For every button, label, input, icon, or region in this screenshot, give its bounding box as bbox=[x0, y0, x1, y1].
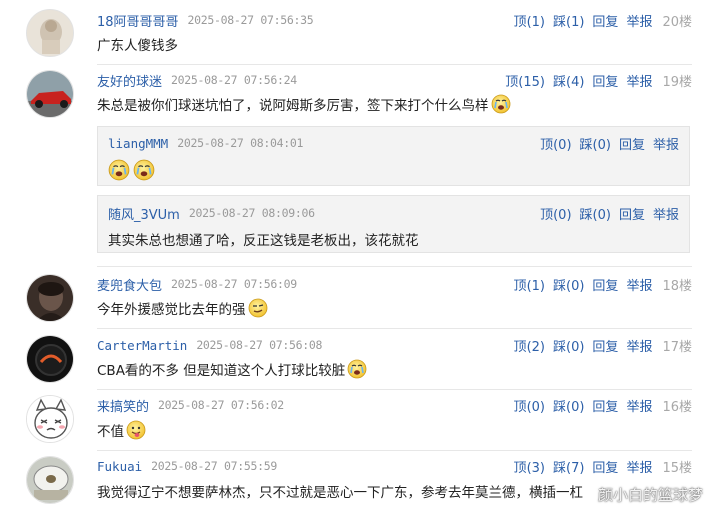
reply-button[interactable]: 回复 bbox=[592, 11, 618, 30]
smirk-emoji-icon bbox=[248, 298, 267, 318]
reply-button[interactable]: 回复 bbox=[619, 204, 645, 223]
username[interactable]: 来搞笑的 bbox=[97, 396, 149, 415]
floor-number: 20楼 bbox=[662, 14, 692, 30]
upvote-button[interactable]: 顶(1) bbox=[514, 275, 545, 294]
comment-text: 今年外援感觉比去年的强 bbox=[97, 298, 268, 318]
reply-button[interactable]: 回复 bbox=[592, 457, 618, 476]
floor-number: 16楼 bbox=[662, 399, 692, 415]
timestamp: 2025-08-27 07:56:24 bbox=[171, 73, 297, 87]
user-avatar[interactable] bbox=[26, 395, 74, 443]
timestamp: 2025-08-27 07:56:35 bbox=[187, 13, 314, 27]
watermark: 颜小白的篮球梦 bbox=[598, 486, 704, 504]
reply-box: liangMMM 2025-08-27 08:04:01 顶(0) 踩(0) 回… bbox=[97, 126, 690, 186]
report-button[interactable]: 举报 bbox=[626, 457, 652, 476]
user-avatar[interactable] bbox=[26, 70, 74, 118]
report-button[interactable]: 举报 bbox=[626, 396, 652, 415]
divider bbox=[97, 64, 692, 65]
downvote-button[interactable]: 踩(7) bbox=[553, 457, 584, 476]
user-avatar[interactable] bbox=[26, 456, 74, 504]
downvote-button[interactable]: 踩(0) bbox=[553, 336, 584, 355]
user-avatar[interactable] bbox=[26, 9, 74, 57]
username[interactable]: liangMMM bbox=[108, 136, 168, 151]
reply-text: 其实朱总也想通了哈，反正这钱是老板出，该花就花 bbox=[108, 233, 419, 249]
username[interactable]: Fukuai bbox=[97, 459, 142, 474]
divider bbox=[97, 266, 692, 267]
timestamp: 2025-08-27 08:09:06 bbox=[188, 206, 315, 220]
reply-button[interactable]: 回复 bbox=[592, 336, 618, 355]
floor-number: 19楼 bbox=[662, 74, 692, 90]
username[interactable]: CarterMartin bbox=[97, 338, 187, 353]
report-button[interactable]: 举报 bbox=[653, 204, 679, 223]
report-button[interactable]: 举报 bbox=[626, 336, 652, 355]
timestamp: 2025-08-27 07:55:59 bbox=[151, 459, 278, 473]
comment-text: 广东人傻钱多 bbox=[97, 38, 178, 54]
upvote-button[interactable]: 顶(1) bbox=[514, 11, 545, 30]
downvote-button[interactable]: 踩(0) bbox=[580, 134, 611, 153]
divider bbox=[97, 328, 692, 329]
floor-number: 17楼 bbox=[662, 339, 692, 355]
comment-text: 我觉得辽宁不想要萨林杰，只不过就是恶心一下广东，参考去年莫兰德，横插一杠 bbox=[97, 485, 583, 501]
user-avatar[interactable] bbox=[26, 335, 74, 383]
divider bbox=[97, 450, 692, 451]
timestamp: 2025-08-27 08:04:01 bbox=[177, 136, 304, 150]
comment-text: 朱总是被你们球迷坑怕了，说阿姆斯多厉害，签下来打个什么鸟样 bbox=[97, 94, 511, 114]
crying-emoji-icon bbox=[347, 359, 367, 379]
crying-emoji-icon bbox=[491, 94, 510, 114]
reply-button[interactable]: 回复 bbox=[592, 396, 618, 415]
upvote-button[interactable]: 顶(0) bbox=[540, 134, 571, 153]
downvote-button[interactable]: 踩(4) bbox=[553, 71, 584, 90]
comment-text: CBA看的不多 但是知道这个人打球比较脏 bbox=[97, 359, 367, 379]
reply-button[interactable]: 回复 bbox=[619, 134, 645, 153]
crying-emoji-icon bbox=[133, 159, 155, 181]
timestamp: 2025-08-27 07:56:02 bbox=[158, 398, 284, 412]
upvote-button[interactable]: 顶(0) bbox=[540, 204, 571, 223]
divider bbox=[97, 389, 692, 390]
downvote-button[interactable]: 踩(0) bbox=[553, 275, 584, 294]
timestamp: 2025-08-27 07:56:09 bbox=[171, 277, 297, 291]
report-button[interactable]: 举报 bbox=[626, 11, 652, 30]
upvote-button[interactable]: 顶(15) bbox=[505, 71, 545, 90]
timestamp: 2025-08-27 07:56:08 bbox=[196, 338, 323, 352]
upvote-button[interactable]: 顶(2) bbox=[514, 336, 545, 355]
reply-button[interactable]: 回复 bbox=[592, 275, 618, 294]
comment-text: 不值 bbox=[97, 420, 146, 440]
report-button[interactable]: 举报 bbox=[626, 275, 652, 294]
upvote-button[interactable]: 顶(3) bbox=[514, 457, 545, 476]
username[interactable]: 18阿哥哥哥哥 bbox=[97, 11, 179, 30]
upvote-button[interactable]: 顶(0) bbox=[514, 396, 545, 415]
report-button[interactable]: 举报 bbox=[653, 134, 679, 153]
username[interactable]: 随风_3VUm bbox=[108, 204, 180, 223]
tongue-emoji-icon bbox=[126, 420, 146, 440]
downvote-button[interactable]: 踩(0) bbox=[553, 396, 584, 415]
crying-emoji-icon bbox=[108, 159, 130, 181]
reply-text bbox=[108, 159, 155, 181]
report-button[interactable]: 举报 bbox=[626, 71, 652, 90]
reply-box: 随风_3VUm 2025-08-27 08:09:06 顶(0) 踩(0) 回复… bbox=[97, 195, 690, 253]
reply-button[interactable]: 回复 bbox=[592, 71, 618, 90]
floor-number: 18楼 bbox=[662, 278, 692, 294]
downvote-button[interactable]: 踩(1) bbox=[553, 11, 584, 30]
floor-number: 15楼 bbox=[662, 460, 692, 476]
downvote-button[interactable]: 踩(0) bbox=[580, 204, 611, 223]
username[interactable]: 友好的球迷 bbox=[97, 71, 162, 90]
user-avatar[interactable] bbox=[26, 274, 74, 322]
username[interactable]: 麦兜食大包 bbox=[97, 275, 162, 294]
